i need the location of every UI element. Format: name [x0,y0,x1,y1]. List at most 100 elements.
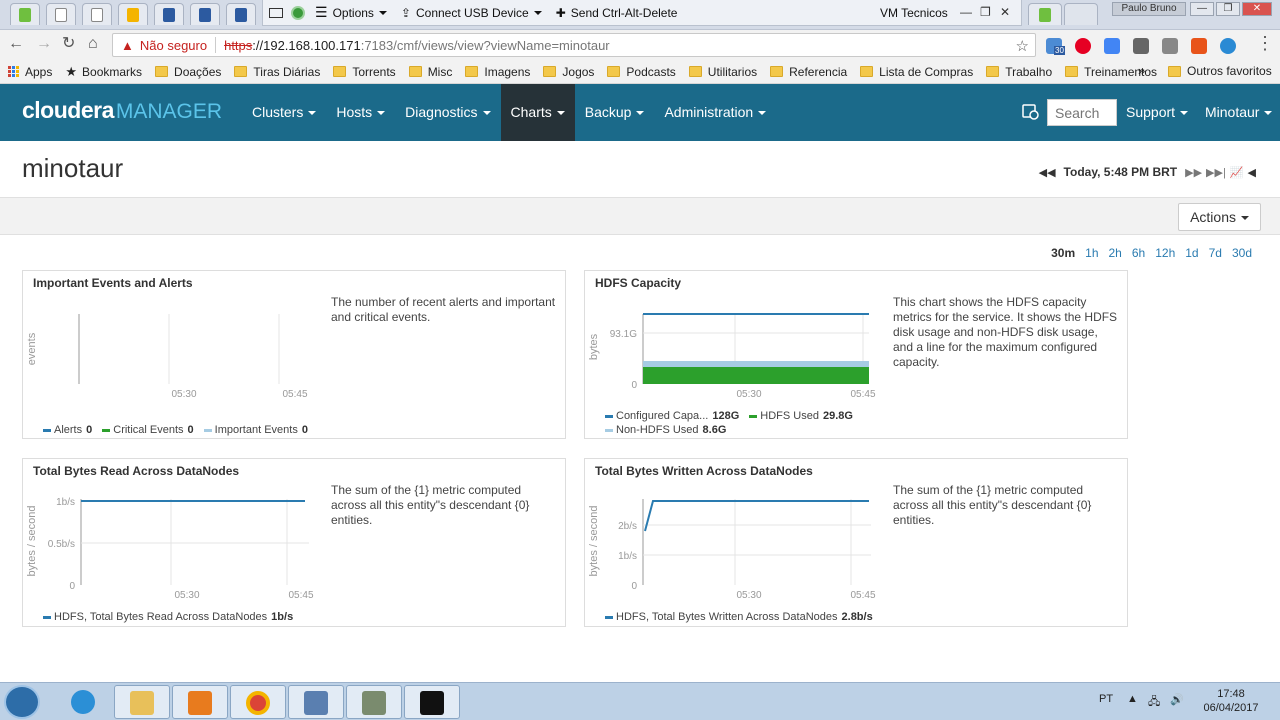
bookmark-folder[interactable]: Lista de Compras [860,65,973,79]
legend-item[interactable]: Configured Capa... 128G [605,409,739,423]
chart-icon[interactable]: 📈 [1230,166,1244,179]
menu-clusters[interactable]: Clusters [242,84,326,141]
range-1h[interactable]: 1h [1085,246,1098,260]
office-icon[interactable] [1191,38,1207,54]
menu-hosts[interactable]: Hosts [326,84,395,141]
chart-panel-events[interactable]: Important Events and Alerts The number o… [22,270,566,439]
range-7d[interactable]: 7d [1209,246,1222,260]
pinterest-icon[interactable] [1075,38,1091,54]
taskbar-chrome[interactable] [230,685,286,719]
home-icon[interactable]: ⌂ [88,36,98,52]
range-6h[interactable]: 6h [1132,246,1145,260]
bookmark-bookmarks[interactable]: ★ Bookmarks [65,64,142,80]
menu-backup[interactable]: Backup [575,84,655,141]
jump-now-icon[interactable]: ▶▶| [1206,166,1226,179]
taskbar-ie[interactable] [56,685,112,719]
taskbar-cmd[interactable] [404,685,460,719]
bookmark-folder[interactable]: Referencia [770,65,847,79]
security-label[interactable]: Não seguro [140,38,207,53]
browser-tab[interactable] [154,3,184,25]
taskbar-media-player[interactable] [172,685,228,719]
legend-item[interactable]: Critical Events 0 [102,423,194,437]
bookmark-folder[interactable]: Doações [155,65,221,79]
reload-icon[interactable]: ↻ [62,36,75,52]
minimize-icon[interactable]: — [1190,2,1214,16]
bookmark-folder[interactable]: Tiras Diárias [234,65,320,79]
restore-icon[interactable]: ❐ [1216,2,1240,16]
volume-icon[interactable]: 🔊 [1170,693,1184,706]
chart-panel-bytes-written[interactable]: Total Bytes Written Across DataNodes The… [584,458,1128,627]
browser-menu-icon[interactable]: ⋮ [1256,34,1274,52]
close-icon[interactable]: ✕ [1242,2,1272,16]
extension-icon[interactable] [1162,38,1178,54]
new-tab-button[interactable] [1064,3,1098,25]
bookmark-star-icon[interactable]: ☆ [1016,37,1029,55]
legend-item[interactable]: Non-HDFS Used 8.6G [605,423,726,437]
bookmark-folder[interactable]: Torrents [333,65,396,79]
vm-close-icon[interactable]: ✕ [1000,5,1010,19]
google-extension-icon[interactable] [1104,38,1120,54]
range-30m[interactable]: 30m [1051,246,1075,260]
legend-item[interactable]: Alerts 0 [43,423,92,437]
actions-button[interactable]: Actions [1178,203,1261,231]
bookmark-folder[interactable]: Misc [408,65,452,79]
extension-icon[interactable] [1220,38,1236,54]
taskbar-security[interactable] [346,685,402,719]
collapse-icon[interactable]: ◀ [1248,166,1256,179]
browser-tab[interactable] [226,3,256,25]
bookmark-folder[interactable]: Jogos [543,65,594,79]
start-button[interactable] [4,685,40,719]
browser-tab[interactable] [118,3,148,25]
legend-item[interactable]: HDFS, Total Bytes Written Across DataNod… [605,610,873,624]
bookmark-folder[interactable]: Utilitarios [688,65,757,79]
legend-item[interactable]: HDFS, Total Bytes Read Across DataNodes 1… [43,610,293,624]
bookmark-folder[interactable]: Trabalho [986,65,1052,79]
profile-button[interactable]: Paulo Bruno [1112,2,1186,16]
browser-tab[interactable] [46,3,76,25]
step-back-icon[interactable]: ◀◀ [1039,166,1056,179]
bookmark-folder[interactable]: Podcasts [607,65,676,79]
browser-tab[interactable] [82,3,112,25]
language-indicator[interactable]: PT [1099,693,1113,705]
browser-tab[interactable] [1028,3,1062,25]
chart-panel-hdfs-capacity[interactable]: HDFS Capacity This chart shows the HDFS … [584,270,1128,439]
cloudera-logo[interactable]: clouderaMANAGER [22,97,222,124]
taskbar-clock[interactable]: 17:48 06/04/2017 [1198,687,1264,715]
range-2h[interactable]: 2h [1109,246,1122,260]
current-time[interactable]: Today, 5:48 PM BRT [1064,165,1178,179]
browser-tab[interactable] [10,3,40,25]
bookmark-apps[interactable]: Apps [8,65,52,79]
mail-icon[interactable] [1133,38,1149,54]
menu-support[interactable]: Support [1126,84,1189,141]
vm-restore-icon[interactable]: ❐ [980,5,991,19]
range-1d[interactable]: 1d [1185,246,1198,260]
back-icon[interactable]: ← [8,36,24,52]
search-input[interactable] [1047,99,1117,126]
vm-send-cad-button[interactable]: ✚ Send Ctrl-Alt-Delete [556,6,678,20]
network-tray-icon[interactable]: 🖧 [1148,693,1160,712]
pin-icon[interactable] [269,7,283,18]
taskbar-remote[interactable] [288,685,344,719]
show-hidden-icons-icon[interactable]: ▲ [1127,693,1138,705]
bookmarks-overflow-button[interactable]: » [1138,63,1145,78]
taskbar-explorer[interactable] [114,685,170,719]
running-commands-icon[interactable] [1022,104,1040,120]
menu-charts[interactable]: Charts [500,84,575,141]
range-12h[interactable]: 12h [1155,246,1175,260]
bookmark-other-favorites[interactable]: Outros favoritos [1168,64,1272,78]
warning-icon[interactable]: ▲ [121,38,134,53]
vm-minimize-icon[interactable]: — [960,5,972,19]
browser-tab[interactable] [190,3,220,25]
vm-options-menu[interactable]: ☰ Options [315,4,387,21]
menu-user[interactable]: Minotaur [1205,84,1273,141]
menu-administration[interactable]: Administration [654,84,776,141]
chart-panel-bytes-read[interactable]: Total Bytes Read Across DataNodes The su… [22,458,566,627]
step-forward-icon[interactable]: ▶▶ [1185,166,1202,179]
legend-item[interactable]: HDFS Used 29.8G [749,409,853,423]
vm-usb-menu[interactable]: ⇪ Connect USB Device [401,6,542,20]
bookmark-folder[interactable]: Imagens [465,65,530,79]
legend-item[interactable]: Important Events 0 [203,423,308,437]
forward-icon[interactable]: → [36,36,52,52]
menu-diagnostics[interactable]: Diagnostics [395,84,500,141]
range-30d[interactable]: 30d [1232,246,1252,260]
